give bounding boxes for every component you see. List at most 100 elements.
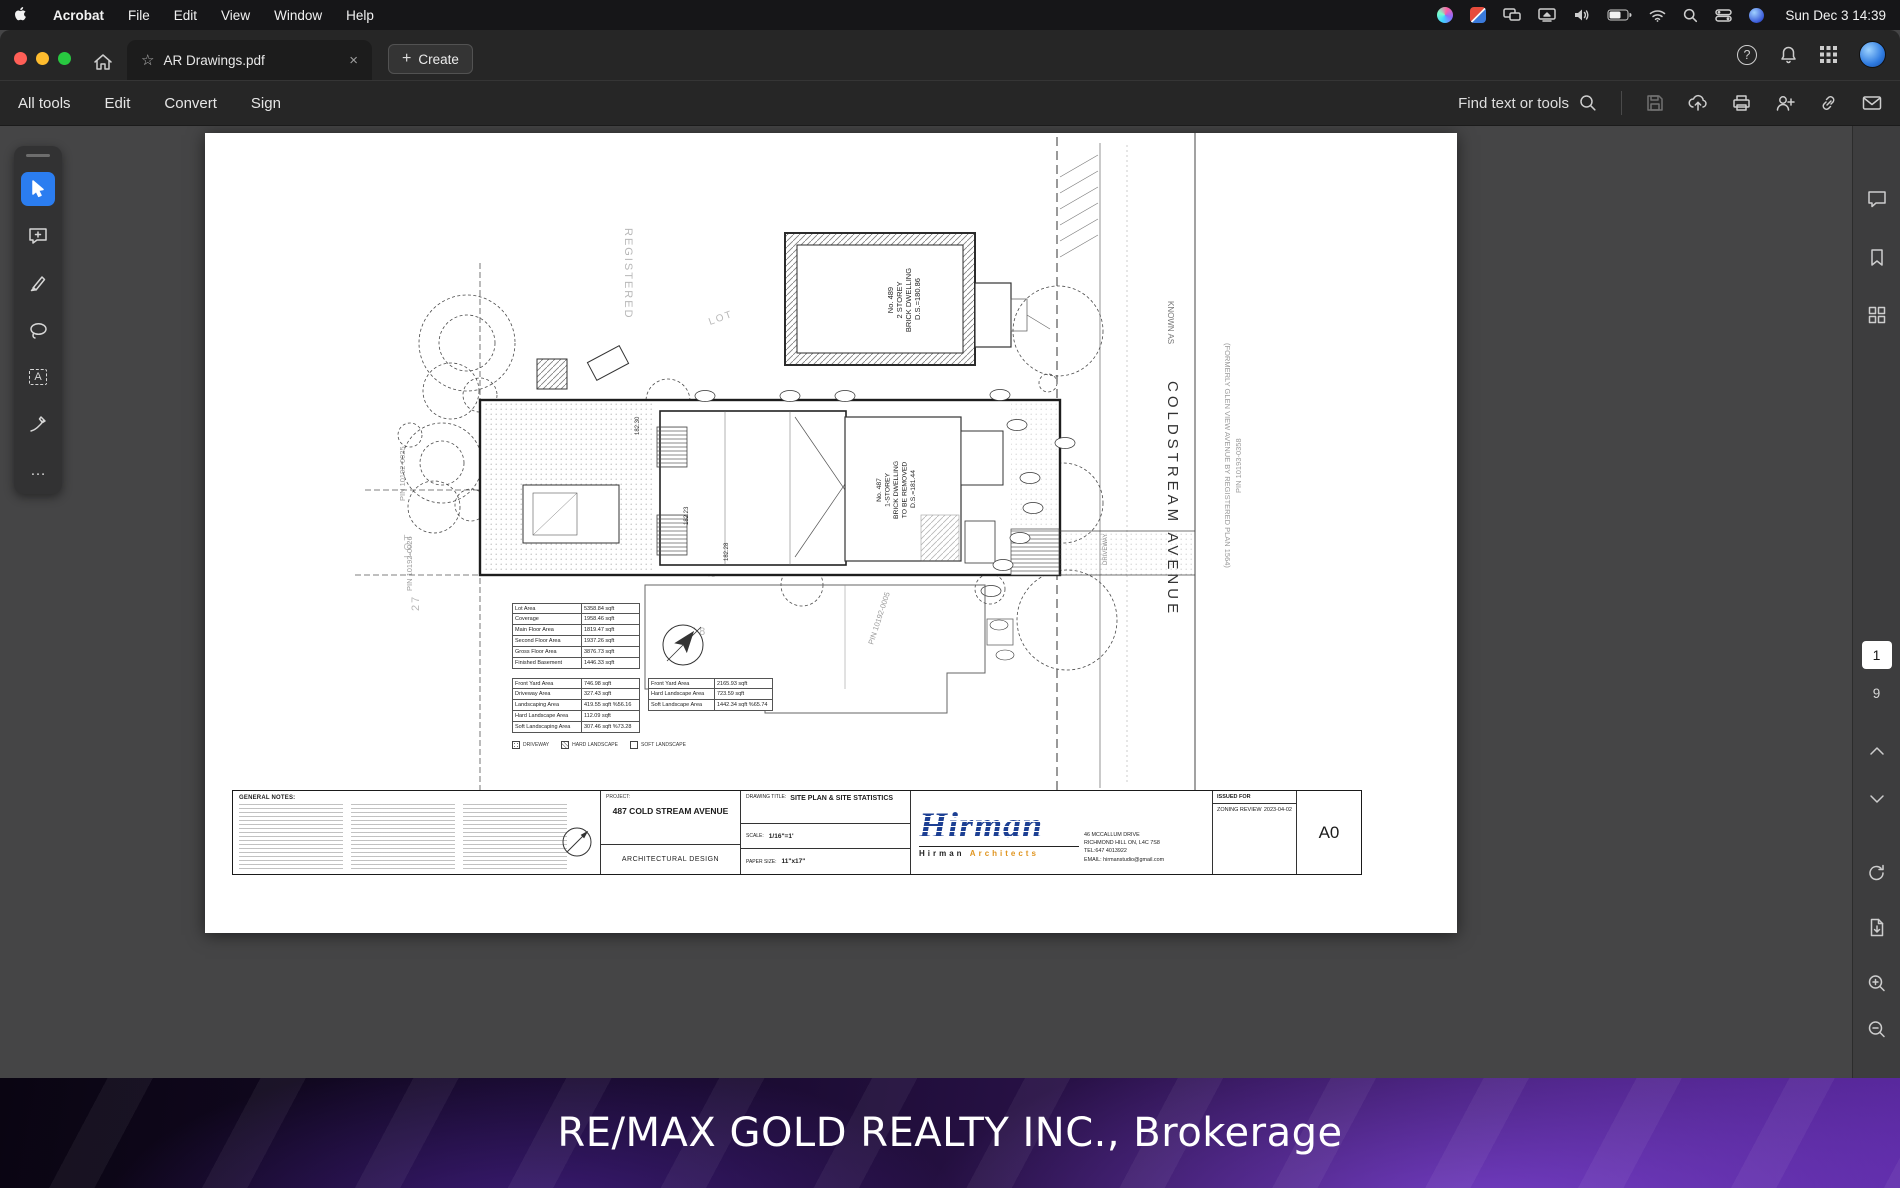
bookmarks-panel-icon[interactable] [1869, 248, 1885, 267]
legend-label: SOFT LANDSCAPE [641, 742, 686, 748]
link-icon[interactable] [1819, 94, 1838, 112]
bldg489-line4: D.S.=180.86 [913, 278, 922, 320]
notifications-bell-icon[interactable] [1779, 45, 1798, 65]
table-row: Main Floor Area1819.47 sqft [512, 625, 640, 636]
next-page-chevron-icon[interactable] [1869, 794, 1885, 804]
active-app-name[interactable]: Acrobat [53, 8, 104, 23]
spotlight-icon[interactable] [1683, 8, 1698, 23]
table-row: Front Yard Area746.98 sqft [512, 678, 640, 689]
displays-icon[interactable] [1503, 8, 1521, 22]
table-row: Soft Landscaping Area307.46 sqft %73.28 [512, 722, 640, 733]
sign-menu[interactable]: Sign [251, 95, 281, 112]
firm-name-part2: Architects [970, 849, 1039, 858]
pdf-page[interactable]: REGISTERED PLAN LOT 17 18 LOT 27 PIN 101… [205, 133, 1457, 933]
total-pages-label: 9 [1873, 686, 1881, 701]
bldg487-line1: No. 487 [876, 478, 883, 502]
add-comment-tool[interactable] [21, 219, 55, 253]
plan-known-as: KNOWN AS [1166, 301, 1175, 344]
plan-pin-0025: PIN 10192-0025 [398, 446, 407, 501]
print-icon[interactable] [1732, 94, 1751, 112]
acrobat-window: ☆ AR Drawings.pdf × + Create ? All tools… [0, 30, 1900, 1078]
document-area: A … [0, 126, 1900, 1078]
close-window-button[interactable] [14, 52, 27, 65]
share-person-icon[interactable] [1775, 94, 1795, 112]
current-page-input[interactable]: 1 [1862, 641, 1892, 669]
siri-icon[interactable] [1437, 7, 1453, 23]
lasso-tool[interactable] [21, 313, 55, 347]
stat-value: 112.09 sqft [582, 711, 639, 721]
stat-label: Landscaping Area [513, 700, 582, 710]
rotate-page-icon[interactable] [1867, 864, 1886, 882]
table-row: Lot Area5358.84 sqft [512, 603, 640, 614]
more-tools-button[interactable]: … [21, 454, 55, 488]
app-grid-icon[interactable] [1820, 46, 1837, 63]
wifi-icon[interactable] [1649, 9, 1666, 22]
textbox-a-glyph: A [29, 369, 46, 385]
legend-label: HARD LANDSCAPE [572, 742, 618, 748]
email-line: EMAIL: hirmanstudio@gmail.com [1084, 856, 1204, 864]
zoom-out-icon[interactable] [1867, 1020, 1886, 1039]
bldg489-line1: No. 489 [886, 287, 895, 313]
upload-cloud-icon[interactable] [1688, 94, 1708, 112]
zoom-in-icon[interactable] [1867, 974, 1886, 993]
extract-pages-icon[interactable] [1868, 918, 1885, 937]
table-row: Gross Floor Area3876.73 sqft [512, 647, 640, 658]
home-icon[interactable] [93, 53, 113, 71]
palette-drag-handle[interactable] [26, 154, 50, 157]
drawing-title-value: SITE PLAN & SITE STATISTICS [790, 795, 893, 802]
minimize-window-button[interactable] [36, 52, 49, 65]
menu-help[interactable]: Help [346, 8, 374, 23]
issued-date: 2023-04-02 [1264, 807, 1292, 813]
menubar-clock[interactable]: Sun Dec 3 14:39 [1785, 8, 1886, 23]
screen-mirroring-icon[interactable] [1538, 8, 1556, 22]
page-thumbnails-icon[interactable] [1868, 306, 1886, 324]
apple-icon[interactable] [14, 7, 29, 24]
menu-view[interactable]: View [221, 8, 250, 23]
find-text-control[interactable]: Find text or tools [1458, 94, 1597, 112]
add-text-box-tool[interactable]: A [21, 360, 55, 394]
save-icon[interactable] [1646, 94, 1664, 112]
stat-value: 1446.33 sqft [582, 658, 639, 668]
convert-menu[interactable]: Convert [164, 95, 217, 112]
stat-label: Front Yard Area [513, 679, 582, 688]
zoom-window-button[interactable] [58, 52, 71, 65]
fill-sign-tool[interactable] [21, 407, 55, 441]
plan-pin-0358: PIN 10193-0358 [1234, 438, 1243, 493]
all-tools-menu[interactable]: All tools [18, 95, 71, 112]
highlight-tool[interactable] [21, 266, 55, 300]
battery-icon[interactable] [1607, 9, 1632, 21]
email-icon[interactable] [1862, 95, 1882, 111]
color-app-icon[interactable] [1470, 7, 1486, 23]
firm-name: Hirman Architects [919, 846, 1079, 858]
legend-item: DRIVEWAY [512, 741, 549, 749]
previous-page-chevron-icon[interactable] [1869, 746, 1885, 756]
plan-label-lot-a: LOT [707, 309, 735, 328]
account-avatar[interactable] [1859, 41, 1886, 68]
window-titlebar: ☆ AR Drawings.pdf × + Create ? [0, 30, 1900, 80]
user-app-icon[interactable] [1749, 8, 1764, 23]
document-tab[interactable]: ☆ AR Drawings.pdf × [127, 40, 372, 80]
table-row: Finished Basement1446.33 sqft [512, 658, 640, 669]
favorite-star-icon[interactable]: ☆ [141, 51, 154, 69]
plan-pin-0005: PIN 10192-0005 [866, 591, 891, 646]
menu-file[interactable]: File [128, 8, 150, 23]
notes-text-texture [351, 804, 455, 870]
stat-value: 5358.84 sqft [582, 604, 639, 613]
menu-window[interactable]: Window [274, 8, 322, 23]
select-tool[interactable] [21, 172, 55, 206]
edit-menu[interactable]: Edit [105, 95, 131, 112]
pdf-canvas[interactable]: REGISTERED PLAN LOT 17 18 LOT 27 PIN 101… [0, 126, 1852, 1078]
comments-panel-icon[interactable] [1867, 190, 1887, 208]
legend-swatch-plain [630, 741, 638, 749]
control-center-icon[interactable] [1715, 9, 1732, 22]
help-icon[interactable]: ? [1737, 45, 1757, 65]
site-stats-table-3: Front Yard Area2165.93 sqft Hard Landsca… [648, 678, 773, 711]
search-icon[interactable] [1579, 94, 1597, 112]
notes-text-texture [239, 804, 343, 870]
close-tab-icon[interactable]: × [349, 52, 358, 69]
volume-icon[interactable] [1573, 8, 1590, 22]
create-button[interactable]: + Create [388, 44, 473, 74]
menu-edit[interactable]: Edit [174, 8, 197, 23]
general-notes-heading: GENERAL NOTES: [239, 795, 594, 801]
toolbar-divider [1621, 91, 1622, 115]
